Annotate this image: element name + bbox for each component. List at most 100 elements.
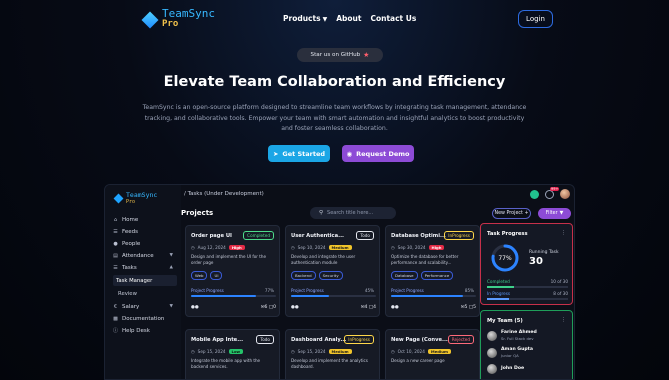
team-member[interactable]: John Doe xyxy=(487,364,571,374)
card-date: Sep 15, 2024 xyxy=(297,349,326,354)
get-started-label: Get Started xyxy=(282,149,326,158)
search-icon: ⚲ xyxy=(319,210,324,216)
member-role: Junior QA xyxy=(501,353,519,358)
chat-icon: ◉ xyxy=(346,149,353,158)
sidebar-item-salary[interactable]: € Salary ▼ xyxy=(109,301,177,312)
sidebar-item-label: People xyxy=(122,240,141,247)
file-count: 5 xyxy=(473,305,476,310)
status-badge[interactable]: InProgress xyxy=(444,231,474,240)
status-icon[interactable] xyxy=(530,189,539,199)
project-card[interactable]: User Authentica... Todo ◷ Sep 10, 2024 Med… xyxy=(285,225,380,317)
completed-value: 10 of 30 xyxy=(550,279,568,284)
bell-icon[interactable]: 99+ xyxy=(545,186,560,199)
filter-icon: ▼ xyxy=(559,211,564,216)
progress-bar xyxy=(391,295,476,297)
avatar xyxy=(487,330,497,341)
members-icon: ●● xyxy=(191,305,199,310)
project-card[interactable]: Order page UI Completed ◷ Aug 12, 2024 Hig… xyxy=(185,225,280,317)
priority-badge: High xyxy=(228,245,245,250)
progress-label: Project Progress xyxy=(191,288,224,293)
progress-fill xyxy=(291,295,330,297)
project-card[interactable]: Dashboard Analy... InProgress ◷ Sep 15, 2… xyxy=(285,329,380,379)
sidebar-item-feeds[interactable]: ☰ Feeds xyxy=(109,226,177,237)
card-title: New Page (Conve... xyxy=(391,337,448,343)
running-task-value: 30 xyxy=(529,256,543,267)
more-icon[interactable]: ⋮ xyxy=(561,230,566,236)
get-started-button[interactable]: ➤ Get Started xyxy=(268,145,330,162)
search-input[interactable]: ⚲ Search title here... xyxy=(310,207,396,219)
clock-icon: ◷ xyxy=(391,349,395,354)
card-description: Optimize the database for better perform… xyxy=(391,254,459,265)
projects-title: Projects xyxy=(181,209,214,217)
comment-count: 5 xyxy=(464,305,468,310)
brand-logo[interactable]: TeamSync Pro xyxy=(140,8,215,30)
status-badge[interactable]: Rejected xyxy=(447,335,474,344)
sidebar-item-attendance[interactable]: ▤ Attendance ▼ xyxy=(109,250,177,261)
project-card[interactable]: Database Optimi... InProgress ◷ Sep 30, 2… xyxy=(385,225,480,317)
hero-title: Elevate Team Collaboration and Efficienc… xyxy=(163,74,506,90)
sidebar-item-people[interactable]: ● People xyxy=(109,238,177,249)
more-icon[interactable]: ⋮ xyxy=(561,317,566,323)
avatar[interactable] xyxy=(560,189,570,199)
member-name: John Doe xyxy=(501,366,525,371)
completed-fill xyxy=(487,286,514,288)
sidebar-item-label: Documentation xyxy=(122,315,165,322)
card-date: Sep 10, 2024 xyxy=(297,245,326,250)
sidebar-subitem-task-manager[interactable]: Task Manager xyxy=(113,275,177,286)
chevron-up-icon: ▲ xyxy=(169,265,173,270)
sidebar-brand-edition: Pro xyxy=(126,199,136,205)
sidebar-item-tasks[interactable]: ☰ Tasks ▲ xyxy=(109,262,177,273)
card-tag: Database xyxy=(391,271,418,280)
nav-products[interactable]: Products ▼ xyxy=(283,14,327,23)
card-date: Sep 30, 2024 xyxy=(397,245,426,250)
sidebar-item-label: Home xyxy=(122,216,139,223)
filter-label: Filter xyxy=(545,211,558,216)
progress-fill xyxy=(191,295,257,297)
project-card[interactable]: Mobile App Inte... Todo ◷ Sep 15, 2024 Low… xyxy=(185,329,280,379)
new-project-button[interactable]: New Project + xyxy=(492,208,531,219)
breadcrumb: / Tasks (Under Development) xyxy=(184,191,264,197)
priority-badge: High xyxy=(428,245,445,250)
star-icon: ★ xyxy=(363,51,370,59)
notification-badge: 99+ xyxy=(550,186,560,191)
clock-icon: ◷ xyxy=(191,349,195,354)
avatar xyxy=(487,347,497,358)
progress-value: 85% xyxy=(464,288,474,293)
sidebar-logo[interactable]: TeamSync Pro xyxy=(113,192,157,205)
app-preview: TeamSync Pro ⌂ Home ☰ Feeds ● People ▤ Atten… xyxy=(104,184,575,380)
help-icon: ⓘ xyxy=(112,328,118,334)
brand-name: TeamSync xyxy=(162,7,215,20)
inprogress-bar xyxy=(487,298,568,300)
team-member[interactable]: Farine Ahmed Sr. Full Stack dev xyxy=(487,330,571,341)
status-badge[interactable]: Todo xyxy=(356,231,374,240)
inprogress-fill xyxy=(487,298,509,300)
logo-diamond-icon xyxy=(113,193,124,204)
sidebar-item-label: Salary xyxy=(122,303,140,310)
login-button[interactable]: Login xyxy=(518,10,553,28)
filter-button[interactable]: Filter ▼ xyxy=(538,208,571,219)
sidebar-subitem-review[interactable]: Review xyxy=(115,288,177,299)
clock-icon: ◷ xyxy=(291,349,295,354)
completed-row: Completed 10 of 30 xyxy=(487,279,568,284)
nav-about[interactable]: About xyxy=(336,14,361,23)
nav-contact[interactable]: Contact Us xyxy=(370,14,416,23)
progress-ring-label: 77% xyxy=(498,255,512,262)
sidebar-item-documentation[interactable]: ▩ Documentation xyxy=(109,313,177,324)
status-badge[interactable]: Completed xyxy=(243,231,274,240)
comment-count: 4 xyxy=(364,305,368,310)
card-title: Mobile App Inte... xyxy=(191,337,244,343)
project-card[interactable]: New Page (Conve... Rejected ◷ Oct 10, 202… xyxy=(385,329,480,379)
status-badge[interactable]: InProgress xyxy=(344,335,374,344)
card-tag: Security xyxy=(318,271,343,280)
progress-bar xyxy=(291,295,376,297)
attendance-icon: ▤ xyxy=(113,252,118,259)
team-member[interactable]: Aman Gupta Junior QA xyxy=(487,347,571,358)
hero-description: TeamSync is an open-source platform desi… xyxy=(142,104,527,132)
comment-count: 6 xyxy=(264,305,268,310)
task-progress-panel: Task Progress ⋮ 77% Running Task 30 Comp… xyxy=(480,223,573,305)
github-star-button[interactable]: Star us on GitHub ★ xyxy=(297,48,383,62)
sidebar-item-help-desk[interactable]: ⓘ Help Desk xyxy=(109,325,177,336)
sidebar-item-home[interactable]: ⌂ Home xyxy=(109,214,177,225)
request-demo-button[interactable]: ◉ Request Demo xyxy=(342,145,414,162)
status-badge[interactable]: Todo xyxy=(256,335,274,344)
